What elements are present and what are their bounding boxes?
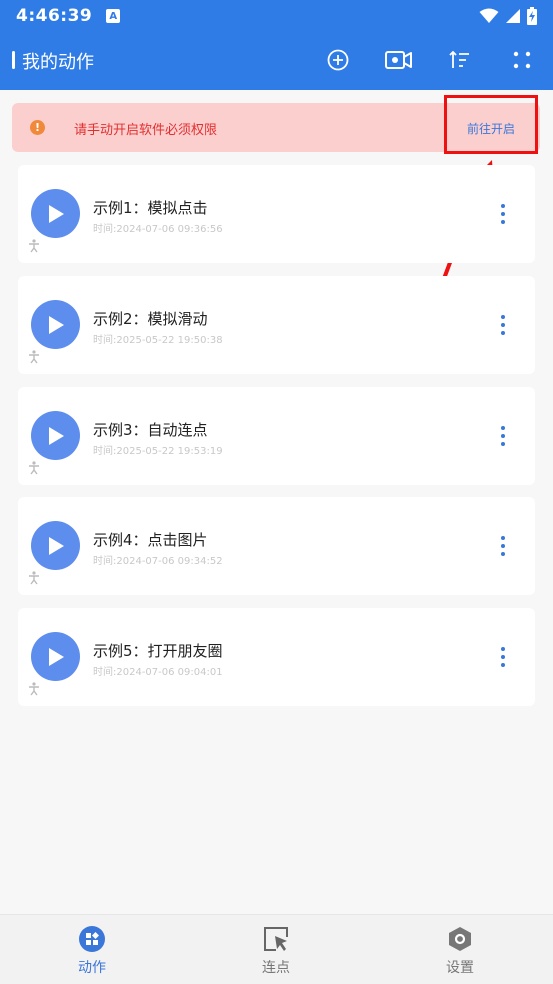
actions-grid-icon bbox=[79, 926, 105, 952]
more-options-button[interactable] bbox=[493, 201, 513, 227]
banner-message: 请手动开启软件必须权限 bbox=[74, 123, 218, 138]
more-dots-icon bbox=[501, 331, 505, 335]
more-grid-button[interactable] bbox=[507, 45, 537, 75]
more-dots-icon bbox=[501, 536, 505, 540]
video-record-icon bbox=[385, 51, 412, 69]
play-button[interactable] bbox=[31, 632, 80, 681]
action-time: 时间:2024-07-06 09:36:56 bbox=[93, 224, 223, 235]
add-circle-icon bbox=[327, 49, 349, 71]
nav-label-autoclick: 连点 bbox=[262, 960, 290, 976]
person-icon bbox=[29, 239, 39, 253]
cursor-click-icon bbox=[264, 927, 288, 951]
action-title: 示例2：模拟滑动 bbox=[93, 310, 208, 328]
record-button[interactable] bbox=[384, 45, 414, 75]
action-time: 时间:2025-05-22 19:50:38 bbox=[93, 335, 223, 346]
warning-icon: ! bbox=[30, 120, 45, 135]
status-time: 4:46:39 bbox=[16, 6, 93, 26]
play-button[interactable] bbox=[31, 300, 80, 349]
action-time: 时间:2025-05-22 19:53:19 bbox=[93, 446, 223, 457]
action-card[interactable]: 示例5：打开朋友圈时间:2024-07-06 09:04:01 bbox=[18, 608, 535, 706]
play-icon bbox=[48, 204, 64, 223]
nav-item-autoclick[interactable]: 连点 bbox=[184, 915, 368, 984]
more-dots-icon bbox=[501, 426, 505, 430]
nav-item-actions[interactable]: 动作 bbox=[0, 915, 184, 984]
title-accent-bar bbox=[12, 51, 15, 69]
action-card[interactable]: 示例4：点击图片时间:2024-07-06 09:34:52 bbox=[18, 497, 535, 595]
battery-icon bbox=[527, 7, 537, 25]
action-time: 时间:2024-07-06 09:04:01 bbox=[93, 667, 223, 678]
action-card[interactable]: 示例3：自动连点时间:2025-05-22 19:53:19 bbox=[18, 387, 535, 485]
play-button[interactable] bbox=[31, 189, 80, 238]
action-time: 时间:2024-07-06 09:34:52 bbox=[93, 556, 223, 567]
action-title: 示例5：打开朋友圈 bbox=[93, 642, 223, 660]
more-dots-icon bbox=[501, 655, 505, 659]
play-button[interactable] bbox=[31, 521, 80, 570]
more-dots-icon bbox=[501, 663, 505, 667]
more-dots-icon bbox=[501, 434, 505, 438]
action-card[interactable]: 示例2：模拟滑动时间:2025-05-22 19:50:38 bbox=[18, 276, 535, 374]
person-icon bbox=[29, 682, 39, 696]
sort-icon bbox=[449, 50, 469, 68]
more-dots-icon bbox=[501, 552, 505, 556]
highlight-annotation-box bbox=[444, 95, 538, 154]
settings-hexagon-icon bbox=[449, 927, 471, 951]
more-options-button[interactable] bbox=[493, 423, 513, 449]
grid-dots-icon bbox=[513, 51, 531, 69]
more-dots-icon bbox=[501, 442, 505, 446]
action-title: 示例4：点击图片 bbox=[93, 531, 208, 549]
add-button[interactable] bbox=[323, 45, 353, 75]
app-bar: 我的动作 bbox=[0, 32, 553, 90]
action-title: 示例1：模拟点击 bbox=[93, 199, 208, 217]
person-icon bbox=[29, 571, 39, 585]
more-options-button[interactable] bbox=[493, 533, 513, 559]
action-title: 示例3：自动连点 bbox=[93, 421, 208, 439]
wifi-icon bbox=[479, 8, 499, 23]
more-dots-icon bbox=[501, 647, 505, 651]
play-icon bbox=[48, 536, 64, 555]
more-options-button[interactable] bbox=[493, 644, 513, 670]
play-icon bbox=[48, 647, 64, 666]
play-button[interactable] bbox=[31, 411, 80, 460]
page-title: 我的动作 bbox=[22, 52, 94, 73]
more-dots-icon bbox=[501, 323, 505, 327]
more-dots-icon bbox=[501, 315, 505, 319]
nav-label-settings: 设置 bbox=[446, 960, 474, 976]
status-indicators bbox=[479, 7, 537, 25]
nav-item-settings[interactable]: 设置 bbox=[368, 915, 552, 984]
person-icon bbox=[29, 461, 39, 475]
signal-icon bbox=[506, 9, 520, 23]
action-card[interactable]: 示例1：模拟点击时间:2024-07-06 09:36:56 bbox=[18, 165, 535, 263]
more-dots-icon bbox=[501, 544, 505, 548]
play-icon bbox=[48, 315, 64, 334]
more-dots-icon bbox=[501, 220, 505, 224]
nav-label-actions: 动作 bbox=[78, 960, 106, 976]
person-icon bbox=[29, 350, 39, 364]
more-dots-icon bbox=[501, 204, 505, 208]
more-options-button[interactable] bbox=[493, 312, 513, 338]
bottom-nav: 动作 连点 设置 bbox=[0, 914, 553, 984]
status-bar: 4:46:39 A bbox=[0, 0, 553, 32]
play-icon bbox=[48, 426, 64, 445]
notification-a-icon: A bbox=[106, 9, 121, 23]
sort-button[interactable] bbox=[445, 45, 475, 75]
more-dots-icon bbox=[501, 212, 505, 216]
